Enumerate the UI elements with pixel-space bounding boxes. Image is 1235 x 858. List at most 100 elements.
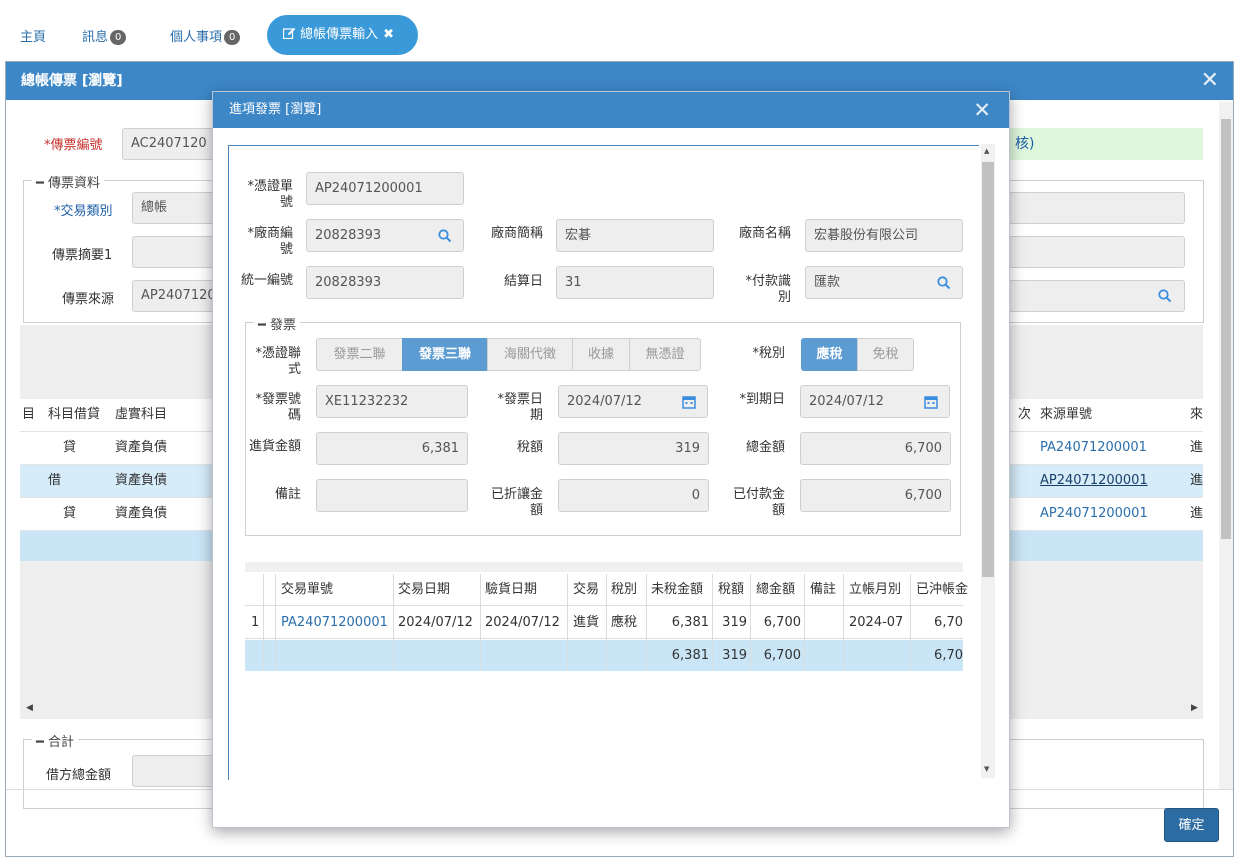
- summary-field[interactable]: [132, 236, 222, 268]
- search-icon[interactable]: [1158, 289, 1172, 303]
- paid-field[interactable]: 6,700: [800, 479, 951, 512]
- col-header: 備註: [810, 582, 837, 597]
- copy-option-two[interactable]: 發票二聯: [316, 338, 403, 371]
- row-dc: 借: [48, 473, 62, 488]
- invoice-legend-text: 發票: [269, 318, 296, 333]
- table-header-row: 交易單號 交易日期 驗貨日期 交易 稅別 未稅金額 稅額 總金額 備註 立帳月別…: [245, 574, 968, 606]
- col-divider: [275, 574, 276, 671]
- invoice-date-field[interactable]: 2024/07/12: [558, 385, 670, 418]
- main-scrollbar-thumb[interactable]: [1221, 119, 1231, 539]
- tax-amount-field[interactable]: 319: [558, 432, 709, 465]
- col-header: 稅額: [718, 582, 745, 597]
- row-total: 6,700: [763, 615, 801, 630]
- row-source-link[interactable]: PA24071200001: [1040, 432, 1147, 464]
- invoice-no-field[interactable]: XE11232232: [316, 385, 468, 418]
- sum-net: 6,381: [671, 648, 709, 663]
- col-header: 交易單號: [281, 582, 334, 597]
- total-legend-text: 合計: [47, 735, 74, 750]
- row-net: 6,381: [671, 615, 709, 630]
- voucher-doc-field[interactable]: AP24071200001: [306, 172, 464, 205]
- col-header: 虛實科目: [115, 407, 168, 422]
- tax-option-exempt[interactable]: 免稅: [857, 338, 914, 371]
- close-icon[interactable]: ✕: [1201, 62, 1219, 100]
- remark-label: 備註: [274, 487, 301, 502]
- nav-personal-label: 個人事項: [170, 30, 223, 45]
- settle-day-label: 結算日: [503, 274, 543, 289]
- row-trail: 進: [1190, 506, 1204, 521]
- tax-option-taxable[interactable]: 應稅: [801, 338, 858, 371]
- dialog-scrollbar[interactable]: ▲ ▼: [981, 144, 995, 778]
- nav-personal[interactable]: 個人事項 0: [170, 26, 241, 45]
- total-legend: ━ 合計: [32, 731, 78, 750]
- row-source-link[interactable]: AP24071200001: [1040, 498, 1148, 530]
- row-kind: 資產負債: [115, 506, 168, 521]
- voucher-data-legend-text: 傳票資料: [47, 176, 100, 191]
- scroll-up-arrow[interactable]: ▲: [984, 147, 989, 155]
- voucher-doc-label: *憑證單號: [247, 179, 293, 210]
- col-header: 來: [1190, 407, 1204, 422]
- row-source-link[interactable]: AP24071200001: [1040, 465, 1148, 497]
- col-header: 立帳月別: [849, 582, 902, 597]
- invoice-legend: ━ 發票: [254, 314, 300, 333]
- row-doc-link[interactable]: PA24071200001: [281, 607, 388, 639]
- scroll-down-arrow[interactable]: ▼: [984, 765, 989, 773]
- col-divider: [567, 574, 568, 671]
- nav-home[interactable]: 主頁: [20, 26, 46, 45]
- col-divider: [480, 574, 481, 671]
- vendor-no-field[interactable]: 20828393: [306, 219, 426, 252]
- paid-label: 已付款金額: [732, 487, 785, 518]
- pay-method-label: *付款識別: [745, 274, 791, 305]
- vendor-short-field[interactable]: 宏碁: [556, 219, 714, 252]
- dialog-scrollbar-thumb[interactable]: [982, 162, 994, 577]
- nav-messages[interactable]: 訊息 0: [82, 26, 127, 45]
- pay-method-search-button[interactable]: [924, 266, 963, 299]
- table-top-bar: [245, 562, 963, 572]
- scroll-left-arrow[interactable]: ◀: [26, 703, 33, 713]
- pay-method-field[interactable]: 匯款: [805, 266, 925, 299]
- row-tax-amt: 319: [722, 615, 747, 630]
- settle-day-field[interactable]: 31: [556, 266, 714, 299]
- voucher-no-field[interactable]: AC2407120: [122, 128, 222, 160]
- row-trade-date: 2024/07/12: [398, 615, 473, 630]
- due-date-field[interactable]: 2024/07/12: [800, 385, 912, 418]
- col-header: 次: [1018, 407, 1032, 422]
- trade-type-field[interactable]: 總帳: [132, 192, 222, 224]
- dialog-panel: *憑證單號 AP24071200001 *廠商編號 20828393 廠商簡稱 …: [228, 145, 979, 780]
- debit-total-label: 借方總金額: [46, 768, 112, 783]
- source-field[interactable]: AP2407120: [132, 280, 222, 312]
- due-date-picker[interactable]: [911, 385, 950, 418]
- nav-messages-label: 訊息: [82, 30, 109, 45]
- row-trade: 進貨: [573, 615, 600, 630]
- col-divider: [843, 574, 844, 671]
- debit-total-field[interactable]: [132, 755, 222, 787]
- vendor-search-button[interactable]: [425, 219, 464, 252]
- invoice-date-picker[interactable]: [669, 385, 708, 418]
- close-icon[interactable]: ✕: [973, 92, 991, 128]
- remark-textarea[interactable]: [316, 479, 468, 512]
- scroll-right-arrow[interactable]: ▶: [1191, 703, 1198, 713]
- copy-option-three[interactable]: 發票三聯: [402, 338, 488, 371]
- main-scrollbar[interactable]: [1219, 102, 1233, 790]
- unified-no-field[interactable]: 20828393: [306, 266, 464, 299]
- col-divider: [804, 574, 805, 671]
- search-icon: [438, 229, 452, 243]
- total-amount-field[interactable]: 6,700: [800, 432, 951, 465]
- purchase-amount-field[interactable]: 6,381: [316, 432, 468, 465]
- vendor-name-field[interactable]: 宏碁股份有限公司: [805, 219, 963, 252]
- copy-type-label: *憑證聯式: [255, 346, 301, 377]
- summary-ext-field[interactable]: [1009, 236, 1185, 268]
- row-offset: 6,70: [934, 615, 963, 630]
- invoice-detail-table: 交易單號 交易日期 驗貨日期 交易 稅別 未稅金額 稅額 總金額 備註 立帳月別…: [245, 562, 968, 780]
- row-trail: 進: [1190, 473, 1204, 488]
- copy-option-customs[interactable]: 海關代徵: [487, 338, 573, 371]
- discount-field[interactable]: 0: [558, 479, 709, 512]
- copy-option-receipt[interactable]: 收據: [572, 338, 630, 371]
- tab-voucher-entry[interactable]: 總帳傳票輸入 ✖: [267, 15, 418, 55]
- col-header: 目: [22, 407, 36, 422]
- tab-close-icon[interactable]: ✖: [383, 27, 394, 42]
- col-divider: [646, 574, 647, 671]
- trade-type-ext-field[interactable]: [1009, 192, 1185, 224]
- copy-option-none[interactable]: 無憑證: [629, 338, 701, 371]
- table-row[interactable]: 1 PA24071200001 2024/07/12 2024/07/12 進貨…: [245, 607, 963, 639]
- ok-button[interactable]: 確定: [1164, 808, 1219, 842]
